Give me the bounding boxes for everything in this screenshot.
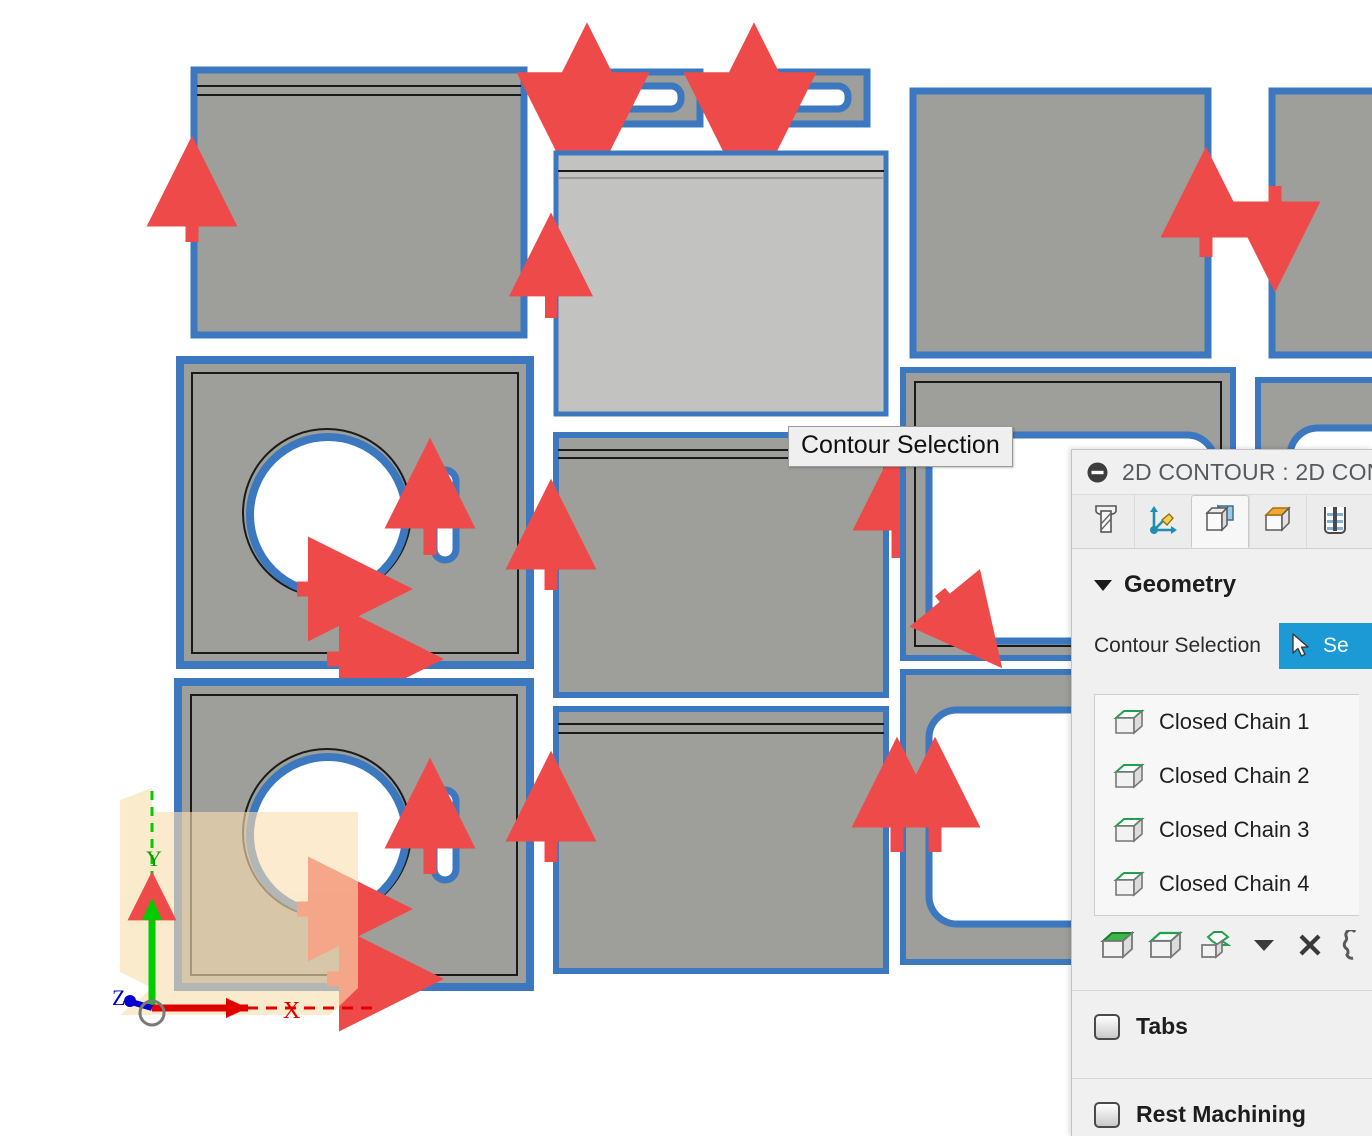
axis-label-z: Z: [112, 985, 125, 1010]
part-plate-top-left[interactable]: [190, 66, 528, 339]
tabs-option-row[interactable]: Tabs: [1072, 991, 1372, 1062]
direction-arrow: [516, 22, 650, 206]
tabs-checkbox[interactable]: [1094, 1013, 1120, 1040]
part-plate-far-right-top[interactable]: [1268, 87, 1372, 359]
chevron-down-icon[interactable]: [1094, 579, 1112, 591]
filled-green-top-box-icon: [1100, 929, 1136, 964]
rest-machining-label: Rest Machining: [1136, 1101, 1306, 1127]
coordinate-setup-icon: [1146, 502, 1180, 541]
closed-chain-icon: [1113, 762, 1145, 790]
select-outline-chain-button[interactable]: [1142, 922, 1190, 970]
part-plate-center-bottom[interactable]: [553, 706, 889, 974]
multi-face-chain-icon: [1196, 929, 1232, 964]
tab-heights[interactable]: [1306, 495, 1363, 548]
end-mill-tool-icon: [1091, 502, 1121, 541]
collapse-minus-icon[interactable]: [1086, 461, 1109, 484]
list-item-label: Closed Chain 1: [1159, 709, 1310, 734]
select-multi-chain-button[interactable]: [1190, 922, 1238, 970]
list-item[interactable]: Closed Chain 3: [1095, 803, 1359, 857]
heights-passes-icon: [1319, 503, 1351, 540]
list-item-label: Closed Chain 3: [1159, 817, 1310, 842]
rest-machining-option-row[interactable]: Rest Machining: [1072, 1079, 1372, 1136]
chain-toolbar: [1094, 916, 1372, 974]
tab-stock[interactable]: [1249, 495, 1306, 548]
cursor-arrow-icon: [1291, 633, 1313, 659]
direction-arrow: [683, 22, 817, 206]
axis-label-y: Y: [146, 846, 162, 871]
app-root: Y X Z Contour Selection 2D CONTOUR: 2D …: [0, 0, 1372, 1136]
tab-setup[interactable]: [1134, 495, 1191, 548]
part-slot-1[interactable]: [579, 68, 704, 128]
tooltip-text: Contour Selection: [801, 431, 1000, 459]
contour-selection-tooltip: Contour Selection: [788, 426, 1013, 467]
remove-chain-button[interactable]: [1289, 922, 1331, 970]
chevron-down-icon: [1252, 937, 1276, 956]
select-button[interactable]: Se: [1278, 623, 1372, 669]
list-item-label: Closed Chain 4: [1159, 871, 1310, 896]
dialog-tab-bar: [1072, 495, 1372, 549]
part-plate-top-right[interactable]: [909, 87, 1212, 359]
outline-green-top-box-icon: [1148, 929, 1184, 964]
select-button-label: Se: [1322, 634, 1349, 657]
closed-chain-icon: [1113, 816, 1145, 844]
chain-options-dropdown-button[interactable]: [1243, 922, 1285, 970]
stock-box-icon: [1261, 503, 1295, 540]
dialog-title: 2D CONTOUR : 2D CON: [1122, 458, 1372, 485]
chain-list[interactable]: Closed Chain 1 Closed Chain 2 Closed Cha…: [1094, 694, 1359, 916]
zigzag-chain-icon: [1341, 927, 1363, 963]
geometry-faces-icon: [1203, 503, 1237, 540]
list-item[interactable]: Closed Chain 4: [1095, 857, 1359, 911]
tab-tool[interactable]: [1078, 495, 1134, 548]
geometry-section-header[interactable]: Geometry: [1072, 549, 1372, 613]
part-plate-center-highlighted[interactable]: [553, 150, 889, 417]
geometry-section-title: Geometry: [1124, 571, 1237, 598]
dialog-header: 2D CONTOUR : 2D CON: [1072, 450, 1372, 495]
select-face-chain-button[interactable]: [1094, 922, 1142, 970]
rest-machining-checkbox[interactable]: [1094, 1101, 1120, 1128]
axis-label-x: X: [283, 998, 300, 1024]
closed-chain-icon: [1113, 870, 1145, 898]
part-slot-2[interactable]: [746, 68, 871, 128]
list-item-label: Closed Chain 2: [1159, 763, 1310, 788]
closed-chain-icon: [1113, 708, 1145, 736]
contour-selection-label: Contour Selection: [1094, 634, 1261, 657]
tab-geometry[interactable]: [1191, 495, 1249, 548]
construction-planes: [120, 788, 358, 1015]
operation-dialog: 2D CONTOUR : 2D CON Geometry Contour Sel…: [1071, 449, 1372, 1136]
part-plate-mid-left[interactable]: [176, 356, 534, 669]
part-plate-center-mid[interactable]: [553, 432, 889, 698]
tabs-label: Tabs: [1136, 1013, 1188, 1039]
close-x-icon: [1297, 932, 1323, 961]
dialog-body: Geometry Contour Selection Se Closed Cha…: [1072, 549, 1372, 1136]
contour-selection-row: Contour Selection Se: [1072, 613, 1372, 681]
chain-edit-button[interactable]: [1331, 922, 1372, 970]
list-item[interactable]: Closed Chain 1: [1095, 695, 1359, 749]
list-item[interactable]: Closed Chain 2: [1095, 749, 1359, 803]
